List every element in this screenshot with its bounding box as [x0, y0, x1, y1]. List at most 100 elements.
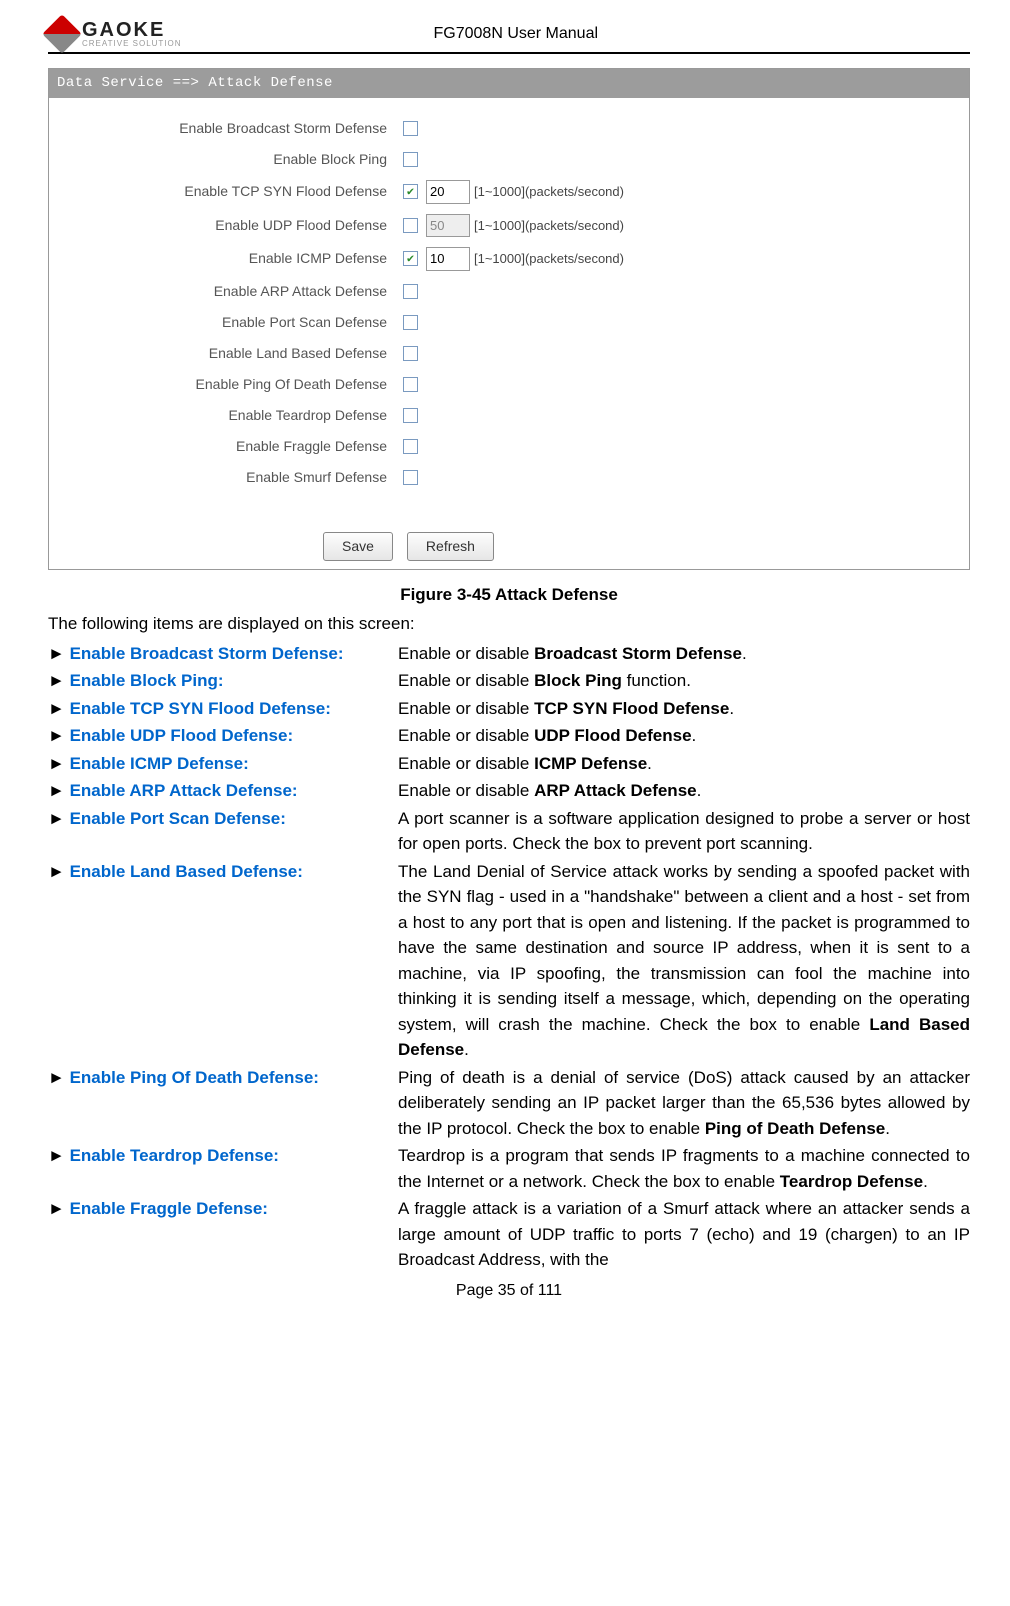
form-label: Enable Broadcast Storm Defense [63, 118, 403, 139]
form-label: Enable UDP Flood Defense [63, 215, 403, 236]
triangle-right-icon: ► [48, 781, 70, 800]
triangle-right-icon: ► [48, 671, 70, 690]
checkbox[interactable] [403, 408, 418, 423]
form-label: Enable Block Ping [63, 149, 403, 170]
form-label: Enable Teardrop Defense [63, 405, 403, 426]
definition-desc: Teardrop is a program that sends IP frag… [398, 1143, 970, 1194]
triangle-right-icon: ► [48, 809, 70, 828]
definition-term: ► Enable ICMP Defense: [48, 751, 398, 777]
triangle-right-icon: ► [48, 1068, 70, 1087]
definition-term: ► Enable ARP Attack Defense: [48, 778, 398, 804]
triangle-right-icon: ► [48, 1199, 70, 1218]
logo-text-sub: CREATIVE SOLUTION [82, 40, 182, 48]
form-row: Enable TCP SYN Flood Defense 20[1~1000](p… [63, 180, 955, 204]
definition-term: ► Enable Port Scan Defense: [48, 806, 398, 857]
checkbox[interactable] [403, 184, 418, 199]
form-label: Enable Port Scan Defense [63, 312, 403, 333]
checkbox[interactable] [403, 377, 418, 392]
logo: GAOKE CREATIVE SOLUTION [48, 20, 182, 48]
definition-term: ► Enable Fraggle Defense: [48, 1196, 398, 1273]
value-input[interactable]: 20 [426, 180, 470, 204]
checkbox[interactable] [403, 470, 418, 485]
page-header: GAOKE CREATIVE SOLUTION FG7008N User Man… [48, 20, 970, 54]
range-hint: [1~1000](packets/second) [474, 182, 624, 202]
definition-desc: The Land Denial of Service attack works … [398, 859, 970, 1063]
save-button[interactable]: Save [323, 532, 393, 561]
doc-title: FG7008N User Manual [434, 22, 599, 46]
form-row: Enable Smurf Defense [63, 467, 955, 488]
form-label: Enable Land Based Defense [63, 343, 403, 364]
definition-desc: Enable or disable Block Ping function. [398, 668, 970, 694]
range-hint: [1~1000](packets/second) [474, 216, 624, 236]
refresh-button[interactable]: Refresh [407, 532, 494, 561]
definition-term: ► Enable Broadcast Storm Defense: [48, 641, 398, 667]
logo-mark-icon [42, 14, 82, 54]
breadcrumb: Data Service ==> Attack Defense [49, 69, 969, 98]
triangle-right-icon: ► [48, 1146, 70, 1165]
definition-desc: Enable or disable ARP Attack Defense. [398, 778, 970, 804]
definition-row: ► Enable UDP Flood Defense:Enable or dis… [48, 723, 970, 749]
definition-desc: Enable or disable TCP SYN Flood Defense. [398, 696, 970, 722]
page-footer: Page 35 of 111 [48, 1279, 970, 1303]
form-label: Enable Ping Of Death Defense [63, 374, 403, 395]
definition-term: ► Enable Block Ping: [48, 668, 398, 694]
range-hint: [1~1000](packets/second) [474, 249, 624, 269]
form-label: Enable ARP Attack Defense [63, 281, 403, 302]
triangle-right-icon: ► [48, 862, 70, 881]
definition-desc: A fraggle attack is a variation of a Smu… [398, 1196, 970, 1273]
checkbox[interactable] [403, 152, 418, 167]
definition-desc: Enable or disable ICMP Defense. [398, 751, 970, 777]
definition-row: ► Enable ARP Attack Defense:Enable or di… [48, 778, 970, 804]
definition-desc: Enable or disable UDP Flood Defense. [398, 723, 970, 749]
definition-row: ► Enable Block Ping:Enable or disable Bl… [48, 668, 970, 694]
checkbox[interactable] [403, 218, 418, 233]
definition-row: ► Enable Broadcast Storm Defense:Enable … [48, 641, 970, 667]
checkbox[interactable] [403, 121, 418, 136]
value-input: 50 [426, 214, 470, 238]
definition-row: ► Enable ICMP Defense:Enable or disable … [48, 751, 970, 777]
form-area: Enable Broadcast Storm Defense Enable Blo… [49, 98, 969, 520]
checkbox[interactable] [403, 251, 418, 266]
form-row: Enable ARP Attack Defense [63, 281, 955, 302]
form-label: Enable Fraggle Defense [63, 436, 403, 457]
form-row: Enable Teardrop Defense [63, 405, 955, 426]
checkbox[interactable] [403, 284, 418, 299]
definition-desc: A port scanner is a software application… [398, 806, 970, 857]
checkbox[interactable] [403, 315, 418, 330]
form-row: Enable Ping Of Death Defense [63, 374, 955, 395]
triangle-right-icon: ► [48, 754, 70, 773]
intro-text: The following items are displayed on thi… [48, 611, 970, 637]
triangle-right-icon: ► [48, 699, 70, 718]
form-row: Enable Broadcast Storm Defense [63, 118, 955, 139]
definition-desc: Ping of death is a denial of service (Do… [398, 1065, 970, 1142]
checkbox[interactable] [403, 346, 418, 361]
form-label: Enable TCP SYN Flood Defense [63, 181, 403, 202]
definition-term: ► Enable TCP SYN Flood Defense: [48, 696, 398, 722]
form-row: Enable Port Scan Defense [63, 312, 955, 333]
value-input[interactable]: 10 [426, 247, 470, 271]
checkbox[interactable] [403, 439, 418, 454]
triangle-right-icon: ► [48, 726, 70, 745]
form-label: Enable ICMP Defense [63, 248, 403, 269]
definition-row: ► Enable Fraggle Defense:A fraggle attac… [48, 1196, 970, 1273]
form-label: Enable Smurf Defense [63, 467, 403, 488]
figure-caption: Figure 3-45 Attack Defense [48, 582, 970, 608]
form-row: Enable Land Based Defense [63, 343, 955, 364]
definition-term: ► Enable Ping Of Death Defense: [48, 1065, 398, 1142]
definition-term: ► Enable Land Based Defense: [48, 859, 398, 1063]
definition-desc: Enable or disable Broadcast Storm Defens… [398, 641, 970, 667]
definition-row: ► Enable Ping Of Death Defense:Ping of d… [48, 1065, 970, 1142]
definition-row: ► Enable Teardrop Defense:Teardrop is a … [48, 1143, 970, 1194]
logo-text-main: GAOKE [82, 20, 182, 40]
form-row: Enable UDP Flood Defense 50[1~1000](packe… [63, 214, 955, 238]
form-row: Enable ICMP Defense 10[1~1000](packets/se… [63, 247, 955, 271]
definition-term: ► Enable UDP Flood Defense: [48, 723, 398, 749]
triangle-right-icon: ► [48, 644, 70, 663]
form-row: Enable Fraggle Defense [63, 436, 955, 457]
definition-row: ► Enable Port Scan Defense:A port scanne… [48, 806, 970, 857]
definition-row: ► Enable Land Based Defense:The Land Den… [48, 859, 970, 1063]
config-screenshot: Data Service ==> Attack Defense Enable B… [48, 68, 970, 570]
definition-term: ► Enable Teardrop Defense: [48, 1143, 398, 1194]
definition-list: ► Enable Broadcast Storm Defense:Enable … [48, 641, 970, 1273]
form-row: Enable Block Ping [63, 149, 955, 170]
